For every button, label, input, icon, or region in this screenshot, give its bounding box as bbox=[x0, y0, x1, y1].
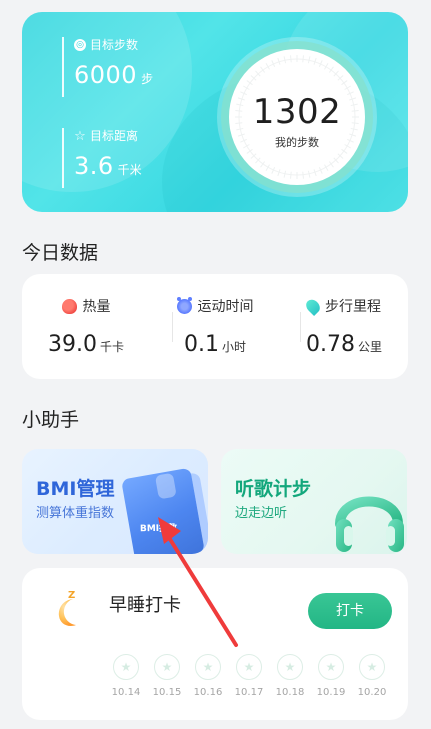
exercise-time-unit: 小时 bbox=[221, 340, 246, 354]
walking-distance-title-row: 步行里程 bbox=[280, 296, 408, 316]
goal-distance: ☆ 目标距离 3.6 千米 bbox=[62, 128, 142, 188]
dial-tick bbox=[283, 170, 287, 178]
checkin-day-item[interactable]: ★ 10.16 bbox=[191, 654, 225, 698]
exercise-time-value-row: 0.1 小时 bbox=[151, 332, 279, 357]
alarm-clock-icon bbox=[176, 296, 192, 314]
today-data-title: 今日数据 bbox=[22, 242, 99, 264]
music-step-card[interactable]: 听歌计步 边走边听 bbox=[221, 449, 407, 554]
early-sleep-title: 早睡打卡 bbox=[109, 595, 181, 616]
star-icon: ★ bbox=[195, 654, 221, 680]
star-icon: ★ bbox=[359, 654, 385, 680]
current-steps-label: 我的步数 bbox=[275, 136, 319, 149]
checkin-date: 10.18 bbox=[275, 687, 305, 698]
exercise-time-metric: 运动时间 0.1 小时 bbox=[151, 274, 279, 379]
dial-tick bbox=[302, 171, 304, 179]
moon-shape bbox=[58, 599, 76, 626]
bmi-card-subtitle: 测算体重指数 bbox=[36, 506, 115, 521]
step-summary-card: ◎ 目标步数 6000 步 ☆ 目标距离 3.6 千米 1302 我的步数 bbox=[22, 12, 408, 212]
checkin-date: 10.19 bbox=[316, 687, 346, 698]
goal-steps-label: 目标步数 bbox=[90, 38, 139, 52]
calories-unit: 千卡 bbox=[99, 340, 124, 354]
dial-tick bbox=[307, 56, 311, 64]
checkin-day-item[interactable]: ★ 10.20 bbox=[355, 654, 389, 698]
star-icon: ★ bbox=[277, 654, 303, 680]
bmi-book-label: BMI指数 bbox=[139, 523, 178, 535]
checkin-day-list: ★ 10.14 ★ 10.15 ★ 10.16 ★ 10.17 ★ 10.18 … bbox=[109, 654, 389, 704]
walking-distance-value-row: 0.78 公里 bbox=[280, 332, 408, 357]
checkin-date: 10.17 bbox=[234, 687, 264, 698]
bookmark-tab bbox=[154, 472, 177, 500]
star-icon: ★ bbox=[318, 654, 344, 680]
calories-metric: 热量 39.0 千卡 bbox=[22, 274, 150, 379]
checkin-date: 10.15 bbox=[152, 687, 182, 698]
dial-tick bbox=[302, 55, 304, 63]
goal-distance-value-row: 3.6 千米 bbox=[74, 152, 142, 180]
dial-tick bbox=[290, 171, 292, 179]
headphones-icon bbox=[335, 496, 404, 552]
calories-value-row: 39.0 千卡 bbox=[22, 332, 150, 357]
checkin-day-item[interactable]: ★ 10.15 bbox=[150, 654, 184, 698]
helper-title: 小助手 bbox=[22, 409, 80, 431]
dial-center: 1302 我的步数 bbox=[229, 92, 365, 150]
goal-distance-label-row: ☆ 目标距离 bbox=[74, 128, 142, 144]
checkin-day-item[interactable]: ★ 10.14 bbox=[109, 654, 143, 698]
sleep-z-icon: Z bbox=[68, 590, 76, 601]
exercise-time-value: 0.1 bbox=[183, 332, 219, 357]
checkin-day-item[interactable]: ★ 10.17 bbox=[232, 654, 266, 698]
walking-distance-value: 0.78 bbox=[306, 332, 355, 357]
today-data-card: 热量 39.0 千卡 运动时间 0.1 小时 步行里程 0.78 公里 bbox=[22, 274, 408, 379]
check-in-button[interactable]: 打卡 bbox=[308, 593, 392, 629]
exercise-time-title-row: 运动时间 bbox=[151, 296, 279, 316]
goal-distance-label: 目标距离 bbox=[90, 129, 139, 143]
star-icon: ☆ bbox=[74, 128, 86, 144]
walking-distance-unit: 公里 bbox=[357, 340, 382, 354]
checkin-day-item[interactable]: ★ 10.18 bbox=[273, 654, 307, 698]
checkin-date: 10.14 bbox=[111, 687, 141, 698]
music-card-subtitle: 边走边听 bbox=[235, 506, 288, 521]
bmi-management-card[interactable]: BMI管理 测算体重指数 BMI指数 bbox=[22, 449, 208, 554]
star-icon: ★ bbox=[113, 654, 139, 680]
goal-distance-unit: 千米 bbox=[117, 163, 142, 177]
early-sleep-card: Z 早睡打卡 打卡 ★ 10.14 ★ 10.15 ★ 10.16 ★ 10.1… bbox=[22, 568, 408, 720]
bmi-card-title: BMI管理 bbox=[36, 478, 115, 500]
goal-steps-label-row: ◎ 目标步数 bbox=[74, 37, 153, 53]
goal-steps-unit: 步 bbox=[141, 72, 154, 86]
music-card-title: 听歌计步 bbox=[235, 478, 312, 500]
dial-tick bbox=[283, 56, 287, 64]
location-pin-icon bbox=[303, 296, 323, 316]
target-icon: ◎ bbox=[74, 39, 86, 51]
fire-icon bbox=[61, 298, 77, 314]
step-progress-dial: 1302 我的步数 bbox=[229, 49, 365, 185]
star-icon: ★ bbox=[154, 654, 180, 680]
goal-steps-value: 6000 bbox=[74, 61, 138, 89]
checkin-date: 10.16 bbox=[193, 687, 223, 698]
dial-tick bbox=[307, 170, 311, 178]
dial-tick bbox=[290, 55, 292, 63]
calories-label: 热量 bbox=[82, 299, 111, 315]
walking-distance-label: 步行里程 bbox=[325, 299, 381, 315]
goal-distance-value: 3.6 bbox=[74, 152, 114, 180]
walking-distance-metric: 步行里程 0.78 公里 bbox=[280, 274, 408, 379]
calories-title-row: 热量 bbox=[22, 296, 150, 316]
goal-steps-value-row: 6000 步 bbox=[74, 61, 153, 89]
star-icon: ★ bbox=[236, 654, 262, 680]
checkin-day-item[interactable]: ★ 10.19 bbox=[314, 654, 348, 698]
moon-icon: Z bbox=[48, 590, 86, 631]
current-steps-value: 1302 bbox=[252, 92, 342, 132]
goal-steps: ◎ 目标步数 6000 步 bbox=[62, 37, 153, 97]
checkin-date: 10.20 bbox=[357, 687, 387, 698]
calories-value: 39.0 bbox=[48, 332, 97, 357]
exercise-time-label: 运动时间 bbox=[197, 299, 254, 315]
bmi-book-illustration: BMI指数 bbox=[121, 467, 205, 554]
step-tracker-screen: ◎ 目标步数 6000 步 ☆ 目标距离 3.6 千米 1302 我的步数 今日… bbox=[0, 0, 431, 729]
